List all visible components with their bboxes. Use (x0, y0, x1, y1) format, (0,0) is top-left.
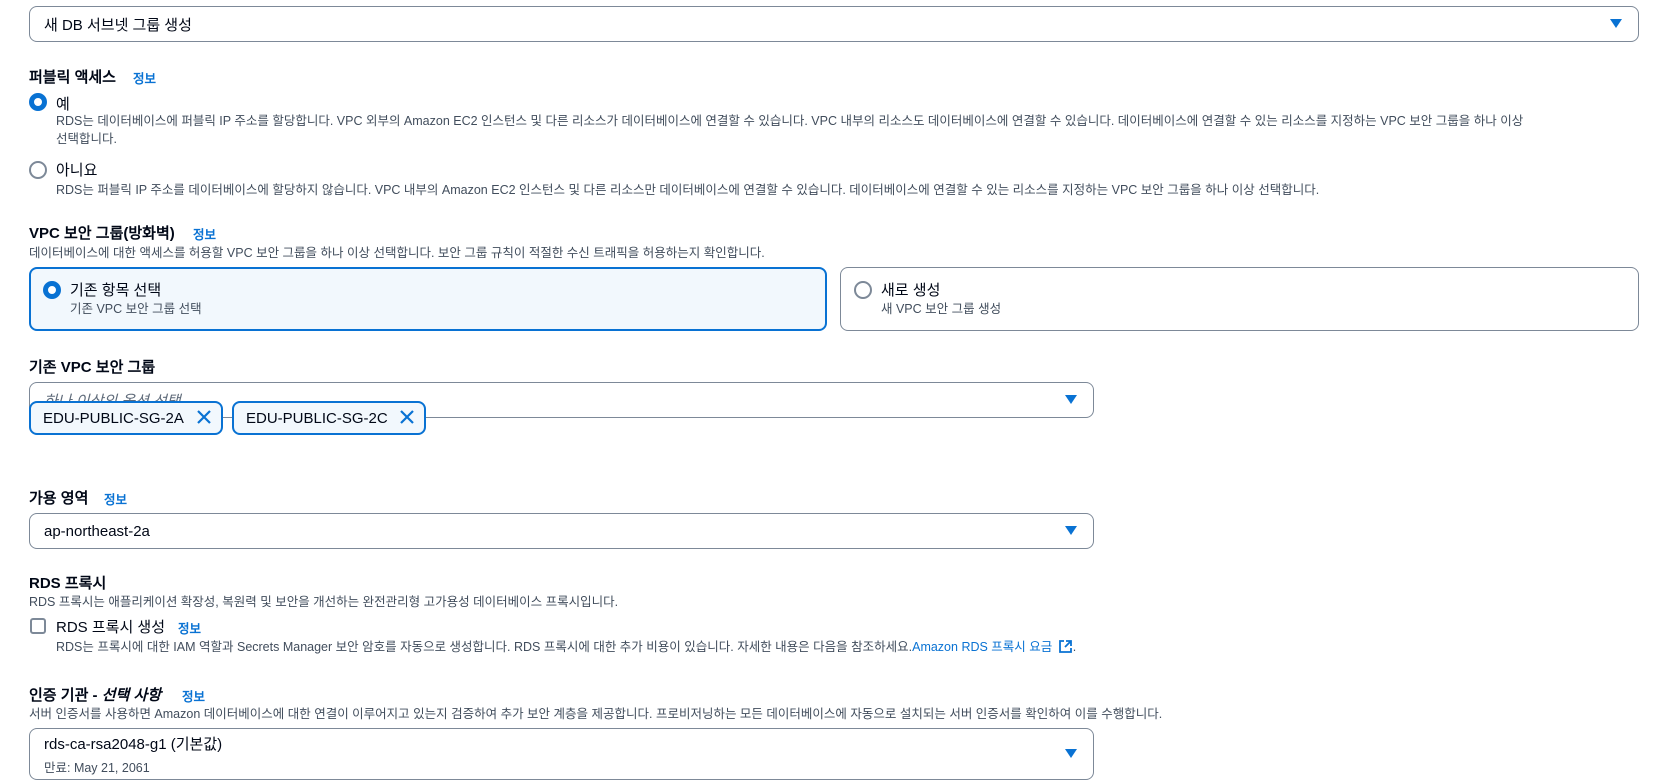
ca-expiry: 만료: May 21, 2061 (44, 760, 150, 775)
rds-proxy-label: RDS 프록시 (29, 575, 107, 592)
chevron-down-icon (1065, 526, 1077, 535)
chevron-down-icon (1610, 19, 1622, 28)
ca-label-optional: 선택 사항 (101, 687, 162, 704)
rds-proxy-pricing-link[interactable]: Amazon RDS 프록시 요금 (912, 640, 1052, 654)
public-access-no-label[interactable]: 아니요 (56, 159, 97, 180)
sg-token: EDU-PUBLIC-SG-2A (29, 401, 223, 435)
tile-create-new-title: 새로 생성 (881, 282, 941, 299)
public-access-no-radio[interactable] (29, 161, 47, 179)
tile-create-new-subtitle: 새 VPC 보안 그룹 생성 (881, 302, 1002, 316)
chevron-down-icon (1065, 749, 1077, 758)
az-label: 가용 영역 (29, 490, 89, 507)
public-access-yes-label[interactable]: 예 (56, 93, 70, 114)
az-info-link[interactable]: 정보 (104, 489, 127, 508)
public-access-yes-desc-cont: 선택합니다. (56, 132, 117, 146)
sg-token-label: EDU-PUBLIC-SG-2A (43, 409, 184, 427)
az-value: ap-northeast-2a (44, 522, 150, 540)
ca-label: 인증 기관 - (29, 687, 98, 704)
sg-token: EDU-PUBLIC-SG-2C (232, 401, 426, 435)
tile-create-new-radio[interactable] (854, 281, 872, 299)
public-access-no-desc: RDS는 퍼블릭 IP 주소를 데이터베이스에 할당하지 않습니다. VPC 내… (56, 183, 1320, 197)
tile-choose-existing-subtitle: 기존 VPC 보안 그룹 선택 (70, 302, 202, 316)
vpc-sg-label: VPC 보안 그룹(방화벽) (29, 225, 175, 242)
rds-proxy-checkbox-label[interactable]: RDS 프록시 생성 (56, 616, 165, 637)
rds-proxy-checkbox[interactable] (30, 618, 46, 634)
rds-proxy-checkbox-desc: RDS는 프록시에 대한 IAM 역할과 Secrets Manager 보안 … (56, 640, 913, 654)
sg-token-label: EDU-PUBLIC-SG-2C (246, 409, 388, 427)
ca-info-link[interactable]: 정보 (182, 686, 205, 705)
ca-desc: 서버 인증서를 사용하면 Amazon 데이터베이스에 대한 연결이 이루어지고… (29, 707, 1163, 721)
public-access-yes-radio[interactable] (29, 93, 47, 111)
subnet-group-select[interactable]: 새 DB 서브넷 그룹 생성 (29, 6, 1639, 42)
rds-proxy-checkbox-desc-row: RDS는 프록시에 대한 IAM 역할과 Secrets Manager 보안 … (56, 638, 1076, 659)
ca-value: rds-ca-rsa2048-g1 (기본값) (44, 735, 223, 753)
vpc-sg-desc: 데이터베이스에 대한 액세스를 허용할 VPC 보안 그룹을 하나 이상 선택합… (29, 246, 765, 260)
tile-choose-existing-radio[interactable] (43, 281, 61, 299)
subnet-group-value: 새 DB 서브넷 그룹 생성 (44, 16, 192, 34)
rds-proxy-link-suffix: . (1072, 640, 1077, 654)
external-link-icon (1058, 639, 1073, 659)
chevron-down-icon (1065, 395, 1077, 404)
ca-label-row: 인증 기관 - 선택 사항 (29, 684, 161, 705)
public-access-label: 퍼블릭 액세스 (29, 69, 116, 86)
public-access-yes-desc: RDS는 데이터베이스에 퍼블릭 IP 주소를 할당합니다. VPC 외부의 A… (56, 114, 1524, 128)
public-access-info-link[interactable]: 정보 (133, 68, 156, 87)
tile-choose-existing[interactable]: 기존 항목 선택 기존 VPC 보안 그룹 선택 (29, 267, 827, 331)
close-icon[interactable] (398, 408, 416, 426)
rds-proxy-desc: RDS 프록시는 애플리케이션 확장성, 복원력 및 보안을 개선하는 완전관리… (29, 595, 619, 609)
tile-choose-existing-title: 기존 항목 선택 (70, 282, 162, 299)
existing-sg-label: 기존 VPC 보안 그룹 (29, 359, 156, 376)
close-icon[interactable] (195, 408, 213, 426)
vpc-sg-info-link[interactable]: 정보 (193, 224, 216, 243)
rds-proxy-info-link[interactable]: 정보 (178, 618, 201, 637)
tile-create-new[interactable]: 새로 생성 새 VPC 보안 그룹 생성 (840, 267, 1639, 331)
ca-select[interactable]: rds-ca-rsa2048-g1 (기본값) 만료: May 21, 2061 (29, 728, 1094, 780)
az-select[interactable]: ap-northeast-2a (29, 513, 1094, 549)
